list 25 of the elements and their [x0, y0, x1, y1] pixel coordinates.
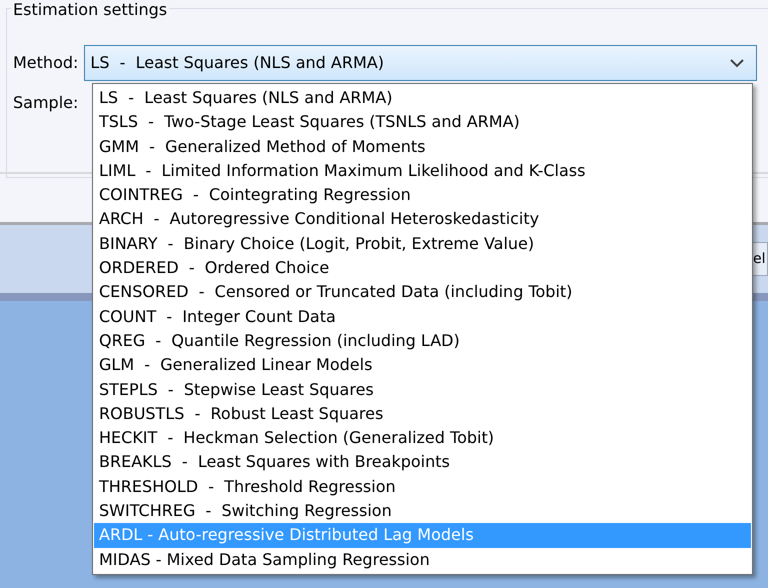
method-label: Method:: [13, 53, 78, 74]
dropdown-option[interactable]: GLM - Generalized Linear Models: [94, 353, 751, 378]
group-title: Estimation settings: [11, 0, 170, 20]
dropdown-option[interactable]: ORDERED - Ordered Choice: [94, 256, 751, 280]
chevron-down-icon: [730, 58, 744, 68]
dropdown-option[interactable]: GMM - Generalized Method of Moments: [94, 134, 751, 159]
dropdown-option[interactable]: LS - Least Squares (NLS and ARMA): [94, 86, 751, 110]
sample-label: Sample:: [13, 93, 78, 114]
dropdown-option[interactable]: BREAKLS - Least Squares with Breakpoints: [94, 450, 751, 475]
method-dropdown[interactable]: LS - Least Squares (NLS and ARMA): [84, 45, 758, 81]
dropdown-option[interactable]: TSLS - Two-Stage Least Squares (TSNLS and ARMA): [94, 110, 751, 135]
dropdown-option[interactable]: HECKIT - Heckman Selection (Generalized Tobit): [94, 426, 751, 450]
dropdown-option[interactable]: LIML - Limited Information Maximum Likelihood and K-Class: [94, 158, 751, 184]
dropdown-option[interactable]: CENSORED - Censored or Truncated Data (including Tobit): [94, 280, 751, 305]
dropdown-option[interactable]: MIDAS - Mixed Data Sampling Regression: [94, 548, 751, 572]
dialog-button[interactable]: el: [753, 242, 768, 276]
dropdown-option[interactable]: SWITCHREG - Switching Regression: [94, 499, 751, 524]
dropdown-option[interactable]: ROBUSTLS - Robust Least Squares: [94, 402, 751, 426]
dropdown-option[interactable]: COINTREG - Cointegrating Regression: [94, 183, 751, 208]
dropdown-option[interactable]: QREG - Quantile Regression (including LAD): [94, 328, 751, 354]
dropdown-option[interactable]: BINARY - Binary Choice (Logit, Probit, Extreme Value): [94, 232, 751, 256]
dropdown-option[interactable]: STEPLS - Stepwise Least Squares: [94, 378, 751, 402]
dropdown-option[interactable]: ARCH - Autoregressive Conditional Heteroskedasticity: [94, 207, 751, 232]
dropdown-option[interactable]: COUNT - Integer Count Data: [94, 304, 751, 329]
dropdown-option[interactable]: THRESHOLD - Threshold Regression: [94, 474, 751, 500]
